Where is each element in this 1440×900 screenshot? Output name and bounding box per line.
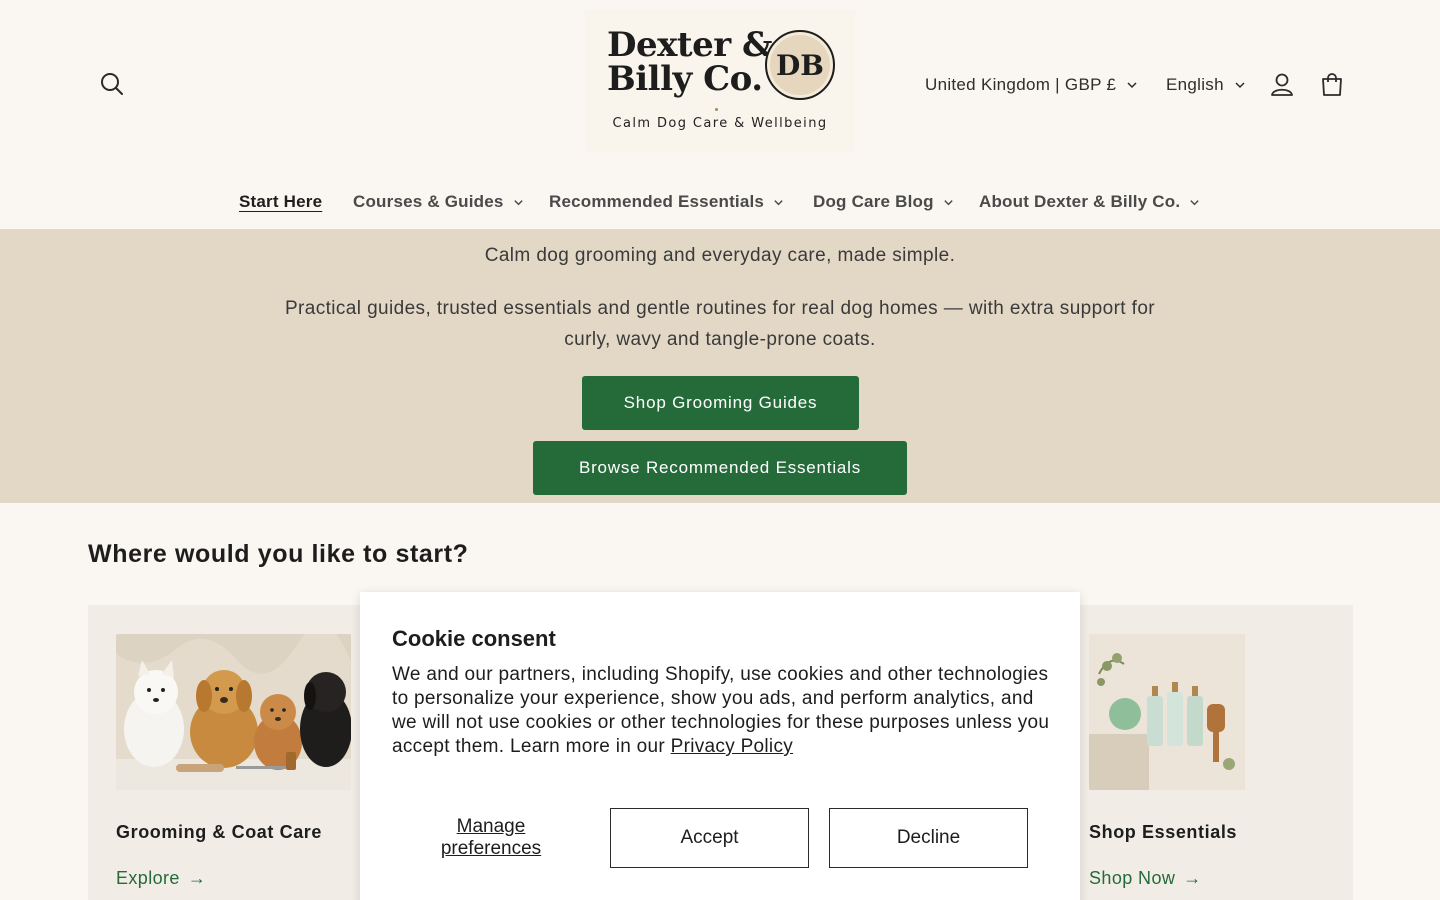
card-link-shop-now[interactable]: Shop Now → [1089, 868, 1202, 889]
shopping-bag-icon [1322, 73, 1342, 96]
country-selector-label: United Kingdom | GBP £ [925, 75, 1117, 94]
button-label: Decline [896, 827, 961, 848]
card-image-dogs[interactable] [116, 634, 351, 790]
language-selector-label: English [1166, 75, 1224, 94]
decline-button[interactable]: Decline [829, 808, 1028, 868]
logo-line-2: Billy Co. [607, 59, 763, 99]
arrow-right-icon: → [187, 868, 207, 888]
accept-button[interactable]: Accept [610, 808, 809, 868]
button-label: Accept [680, 827, 739, 848]
language-selector[interactable]: English [1166, 74, 1246, 96]
cookie-title: Cookie consent [392, 626, 556, 651]
button-label: Browse Recommended Essentials [578, 458, 862, 477]
search-button[interactable] [96, 68, 128, 100]
nav-start-here[interactable]: Start Here [239, 192, 322, 212]
site-header: Dexter & Billy Co. DB Calm Dog Care & We… [0, 0, 1440, 229]
nav-label: Start Here [239, 192, 323, 211]
chevron-down-icon [513, 199, 523, 205]
logo-wordmark: Dexter & Billy Co. [607, 25, 773, 99]
chevron-down-icon [774, 199, 783, 205]
card-title: Shop Essentials [1089, 822, 1238, 842]
nav-label: Courses & Guides [353, 192, 504, 211]
logo-dot [715, 108, 718, 111]
card-link-label: Explore [116, 868, 180, 888]
logo-tagline: Calm Dog Care & Wellbeing [612, 116, 828, 131]
browse-essentials-button[interactable]: Browse Recommended Essentials [533, 441, 907, 495]
privacy-policy-link[interactable]: Privacy Policy [671, 736, 793, 757]
hero-subtitle: Calm dog grooming and everyday care, mad… [484, 245, 956, 266]
dogs-illustration [116, 634, 351, 790]
nav-label: Dog Care Blog [813, 192, 934, 211]
chevron-down-icon [943, 199, 953, 205]
chevron-down-icon [1235, 82, 1245, 89]
nav-label: About Dexter & Billy Co. [979, 192, 1181, 211]
account-button[interactable] [1266, 69, 1298, 101]
arrow-right-icon: → [1183, 868, 1202, 888]
nav-courses-guides[interactable]: Courses & Guides [353, 192, 524, 212]
brand-logo[interactable]: Dexter & Billy Co. DB Calm Dog Care & We… [585, 10, 855, 152]
user-icon [1271, 73, 1293, 96]
logo-monogram-text: DB [776, 48, 824, 82]
nav-about[interactable]: About Dexter & Billy Co. [979, 192, 1200, 212]
section-title: Where would you like to start? [88, 540, 469, 568]
cookie-body: We and our partners, including Shopify, … [392, 663, 1052, 759]
logo-monogram: DB [765, 30, 835, 100]
nav-label: Recommended Essentials [549, 192, 765, 211]
hero-body: Practical guides, trusted essentials and… [284, 298, 1156, 350]
nav-dog-care-blog[interactable]: Dog Care Blog [813, 192, 954, 212]
button-label: Shop Grooming Guides [623, 393, 818, 412]
search-icon [101, 73, 123, 95]
products-illustration [1089, 634, 1245, 790]
card-link-explore[interactable]: Explore → [116, 868, 206, 889]
shop-grooming-guides-button[interactable]: Shop Grooming Guides [582, 376, 859, 430]
card-image-products[interactable] [1089, 634, 1245, 790]
card-title: Grooming & Coat Care [116, 822, 323, 842]
chevron-down-icon [1190, 199, 1199, 205]
main-nav: Start Here Courses & Guides Recommended … [0, 192, 1440, 220]
country-selector[interactable]: United Kingdom | GBP £ [925, 74, 1138, 96]
logo-line-1: Dexter & [607, 25, 773, 65]
chevron-down-icon [1127, 82, 1137, 89]
hero-banner: Calm dog grooming and everyday care, mad… [0, 229, 1440, 503]
manage-preferences-link[interactable]: Manage preferences [432, 816, 550, 860]
cookie-consent-dialog: Cookie consent We and our partners, incl… [360, 592, 1080, 900]
cart-button[interactable] [1316, 69, 1348, 101]
nav-recommended-essentials[interactable]: Recommended Essentials [549, 192, 784, 212]
card-link-label: Shop Now [1089, 868, 1176, 888]
